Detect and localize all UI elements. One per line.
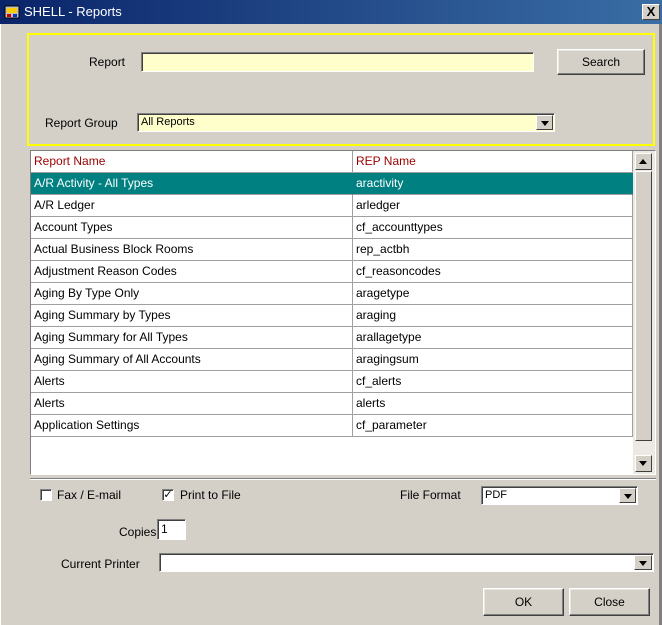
table-row[interactable]: Application Settings cf_parameter	[31, 415, 633, 437]
current-printer-input[interactable]	[159, 553, 654, 572]
report-group-dropdown-arrow[interactable]	[536, 115, 553, 130]
report-group-select[interactable]: All Reports	[137, 113, 555, 132]
table-row[interactable]: Account Types cf_accounttypes	[31, 217, 633, 239]
search-button-label: Search	[581, 55, 621, 69]
report-name-cell[interactable]: Aging Summary of All Accounts	[31, 349, 353, 371]
rep-name-cell[interactable]: araging	[353, 305, 633, 327]
table-row[interactable]: Adjustment Reason Codes cf_reasoncodes	[31, 261, 633, 283]
print-to-file-label: Print to File	[180, 488, 241, 502]
report-name-cell[interactable]: Account Types	[31, 217, 353, 239]
scroll-up-icon[interactable]	[635, 153, 652, 170]
report-name-cell[interactable]: A/R Activity - All Types	[31, 173, 353, 195]
divider	[30, 478, 656, 480]
file-format-dropdown-arrow[interactable]	[619, 488, 636, 503]
table-row[interactable]: Aging Summary by Types araging	[31, 305, 633, 327]
report-name-cell[interactable]: Adjustment Reason Codes	[31, 261, 353, 283]
table-row[interactable]: Aging Summary of All Accounts aragingsum	[31, 349, 633, 371]
ok-button[interactable]: OK	[483, 588, 564, 616]
rep-name-cell[interactable]: arledger	[353, 195, 633, 217]
rep-name-cell[interactable]: alerts	[353, 393, 633, 415]
file-format-value: PDF	[485, 489, 507, 501]
table-row[interactable]: Aging By Type Only aragetype	[31, 283, 633, 305]
scroll-down-icon[interactable]	[635, 455, 652, 472]
report-name-cell[interactable]: Alerts	[31, 371, 353, 393]
report-name-cell[interactable]: Actual Business Block Rooms	[31, 239, 353, 261]
print-to-file-checkbox[interactable]: ✓	[162, 489, 174, 501]
table-row[interactable]: A/R Ledger arledger	[31, 195, 633, 217]
rep-name-cell[interactable]: cf_parameter	[353, 415, 633, 437]
rep-name-cell[interactable]: rep_actbh	[353, 239, 633, 261]
vertical-scrollbar[interactable]	[633, 151, 655, 474]
file-format-label: File Format	[400, 488, 461, 502]
table-row[interactable]: Alerts alerts	[31, 393, 633, 415]
rep-name-cell[interactable]: cf_alerts	[353, 371, 633, 393]
column-header-rep-name[interactable]: REP Name	[353, 151, 633, 173]
ok-button-label: OK	[514, 595, 533, 609]
printer-picker-button[interactable]	[634, 555, 652, 570]
report-name-cell[interactable]: Aging By Type Only	[31, 283, 353, 305]
rep-name-cell[interactable]: aragingsum	[353, 349, 633, 371]
search-button[interactable]: Search	[557, 49, 645, 75]
report-grid: Report Name REP Name A/R Activity - All …	[30, 150, 656, 475]
table-row[interactable]: A/R Activity - All Types aractivity	[31, 173, 633, 195]
report-input[interactable]	[141, 52, 534, 72]
grid-header-row: Report Name REP Name	[31, 151, 633, 173]
close-button-label: Close	[594, 595, 625, 609]
window-title: SHELL - Reports	[24, 4, 122, 19]
title-bar: SHELL - Reports X	[0, 0, 662, 24]
close-button[interactable]: Close	[569, 588, 650, 616]
table-row[interactable]: Alerts cf_alerts	[31, 371, 633, 393]
report-group-label: Report Group	[45, 116, 118, 130]
window-frame-left	[0, 24, 3, 625]
fax-email-checkbox[interactable]	[40, 489, 52, 501]
rep-name-cell[interactable]: aragetype	[353, 283, 633, 305]
report-name-cell[interactable]: Aging Summary for All Types	[31, 327, 353, 349]
report-name-cell[interactable]: A/R Ledger	[31, 195, 353, 217]
rep-name-cell[interactable]: cf_accounttypes	[353, 217, 633, 239]
checkmark-icon: ✓	[163, 489, 173, 501]
report-group-value: All Reports	[141, 116, 195, 128]
scrollbar-thumb[interactable]	[635, 171, 652, 441]
rep-name-cell[interactable]: arallagetype	[353, 327, 633, 349]
copies-label: Copies	[119, 525, 157, 539]
table-row[interactable]: Actual Business Block Rooms rep_actbh	[31, 239, 633, 261]
rep-name-cell[interactable]: cf_reasoncodes	[353, 261, 633, 283]
file-format-select[interactable]: PDF	[481, 486, 638, 505]
copies-input[interactable]: 1	[157, 519, 186, 540]
close-window-button[interactable]: X	[642, 4, 660, 20]
current-printer-label: Current Printer	[61, 557, 140, 571]
report-name-cell[interactable]: Aging Summary by Types	[31, 305, 353, 327]
report-name-cell[interactable]: Alerts	[31, 393, 353, 415]
app-icon	[4, 5, 20, 19]
rep-name-cell[interactable]: aractivity	[353, 173, 633, 195]
report-label: Report	[89, 55, 126, 69]
fax-email-label: Fax / E-mail	[57, 488, 122, 502]
report-name-cell[interactable]: Application Settings	[31, 415, 353, 437]
table-row[interactable]: Aging Summary for All Types arallagetype	[31, 327, 633, 349]
column-header-report-name[interactable]: Report Name	[31, 151, 353, 173]
